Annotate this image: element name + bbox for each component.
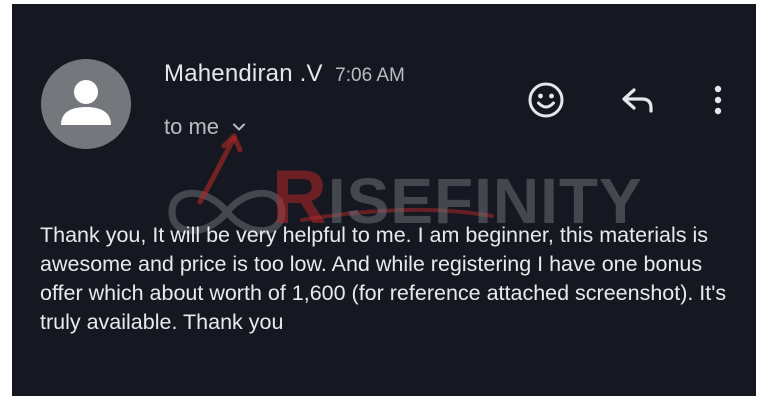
email-panel: Mahendiran .V 7:06 AM to me RISEFINITY T… (12, 4, 756, 396)
sender-name[interactable]: Mahendiran .V (164, 60, 323, 87)
add-reaction-button[interactable] (522, 76, 570, 124)
chevron-down-icon (233, 123, 246, 131)
message-time: 7:06 AM (335, 65, 405, 86)
emoji-icon (528, 82, 564, 118)
sender-header: Mahendiran .V 7:06 AM (164, 60, 405, 88)
more-options-button[interactable] (694, 76, 742, 124)
person-icon (61, 80, 111, 125)
reply-button[interactable] (614, 76, 662, 124)
more-vertical-icon (714, 85, 722, 115)
message-body: Thank you, It will be very helpful to me… (40, 223, 727, 334)
recipient-label: to me (164, 114, 220, 139)
recipient-toggle[interactable]: to me (164, 114, 247, 140)
reply-icon (622, 88, 653, 113)
sender-avatar[interactable] (41, 59, 131, 149)
